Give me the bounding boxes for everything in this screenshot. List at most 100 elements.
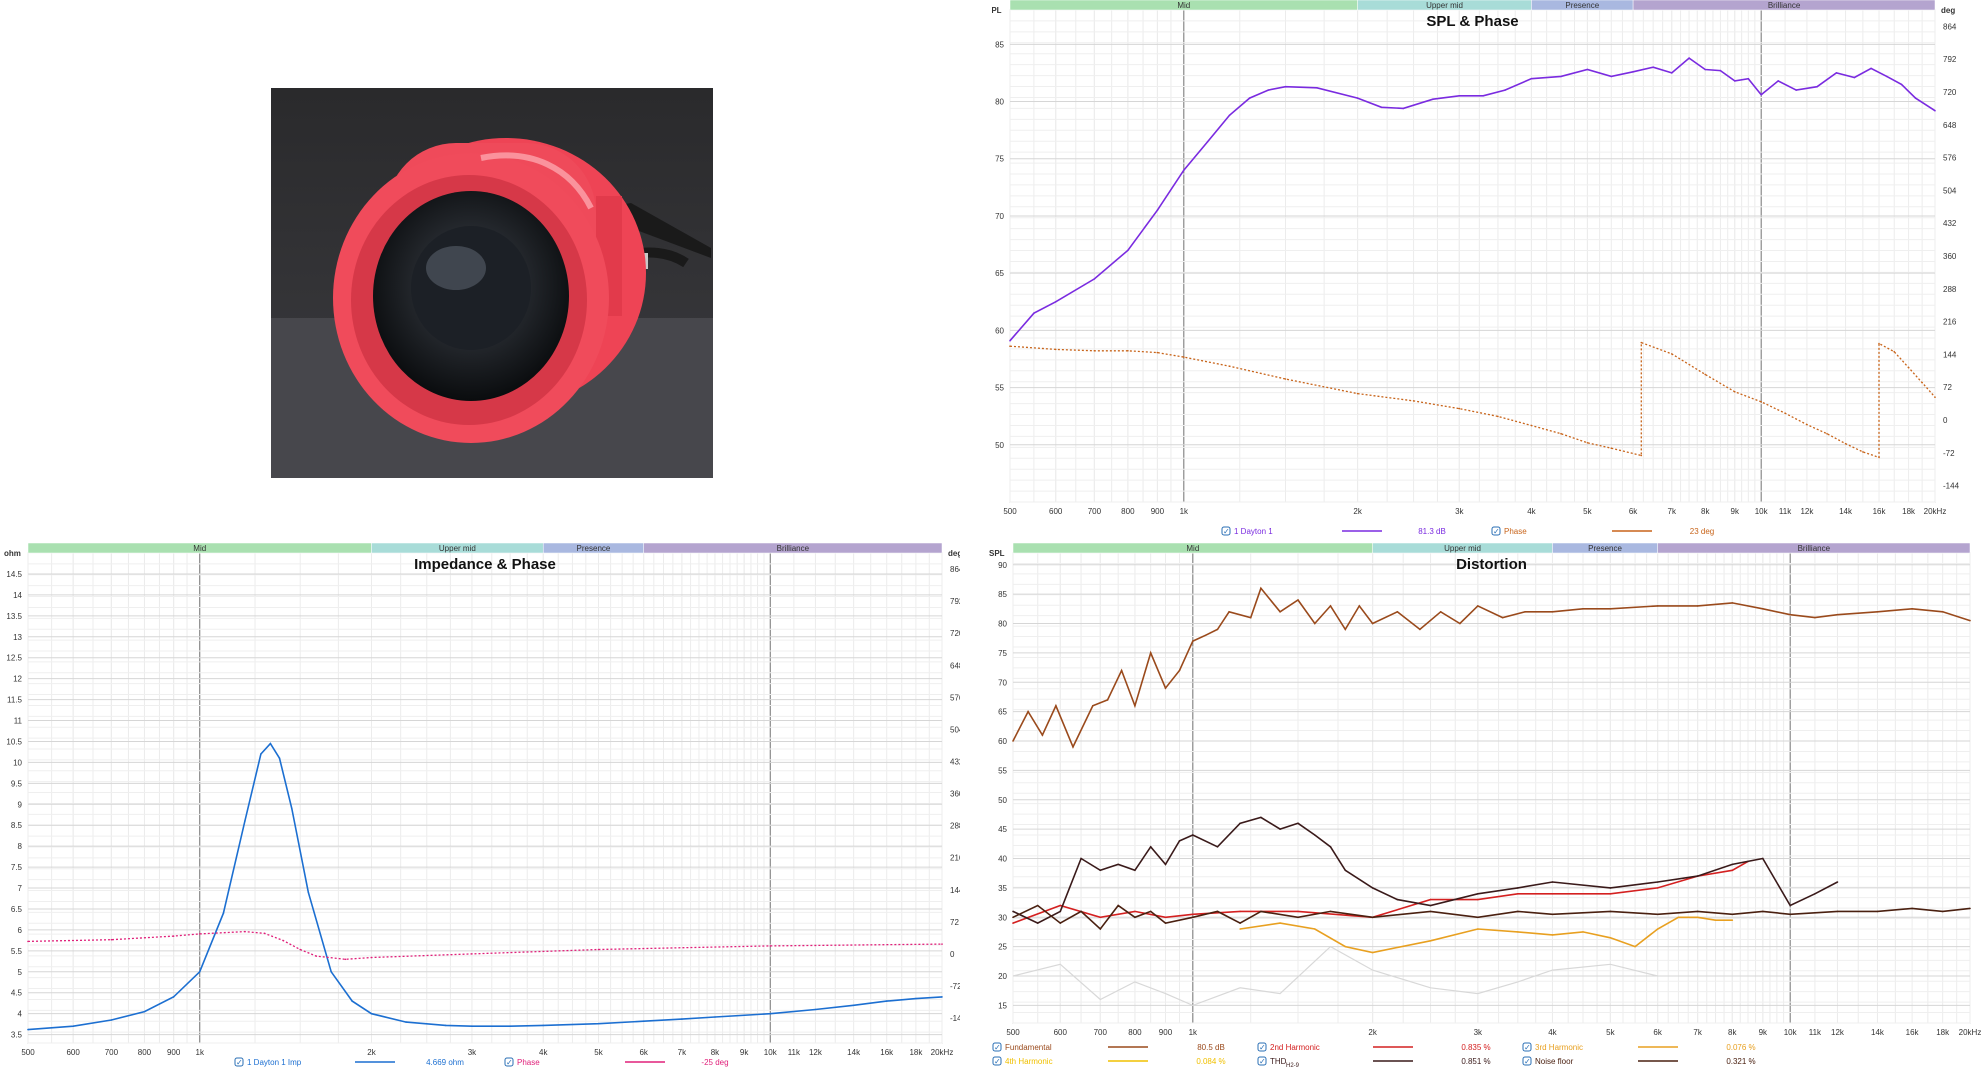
data-point — [1530, 77, 1533, 80]
band-label: Mid — [1177, 1, 1190, 10]
y-tick-label: 70 — [998, 678, 1007, 687]
x-tick-label: 11k — [1809, 1028, 1822, 1037]
legend-label: 2nd Harmonic — [1270, 1043, 1320, 1052]
data-point — [370, 956, 373, 959]
data-point — [1582, 608, 1584, 610]
data-point — [269, 742, 272, 745]
y2-tick-label: 144 — [1943, 350, 1957, 359]
data-point — [1279, 828, 1281, 830]
data-point — [1127, 350, 1129, 352]
data-point — [1183, 356, 1185, 358]
chart-title: Distortion — [1456, 556, 1527, 573]
legend-value: -25 deg — [701, 1058, 728, 1067]
data-point — [1156, 209, 1159, 211]
data-point — [1731, 602, 1734, 604]
y-tick-label: 65 — [995, 269, 1004, 278]
data-point — [597, 948, 600, 951]
data-point — [1216, 846, 1219, 848]
data-point — [885, 1000, 888, 1002]
data-point — [1027, 710, 1029, 713]
data-point — [1329, 910, 1332, 913]
x-tick-label: 4k — [539, 1048, 548, 1057]
data-point — [1677, 916, 1680, 919]
data-point — [1033, 312, 1035, 315]
data-point — [1853, 76, 1856, 79]
data-point — [1432, 98, 1434, 100]
y2-tick-label: 288 — [1943, 285, 1957, 294]
x-tick-label: 10k — [764, 1048, 778, 1057]
x-tick-label: 20kHz — [1959, 1028, 1982, 1037]
y-tick-label: 6 — [18, 926, 23, 935]
x-tick-label: 7k — [678, 1048, 687, 1057]
data-point — [597, 1022, 600, 1025]
data-point — [1900, 83, 1903, 86]
data-point — [1907, 366, 1910, 369]
data-point — [1477, 898, 1479, 901]
legend-label: Phase — [517, 1058, 540, 1067]
y2-tick-label: 216 — [950, 854, 960, 863]
data-point — [1914, 97, 1917, 99]
data-point — [1239, 928, 1241, 930]
x-tick-label: 2k — [1353, 507, 1362, 516]
data-point — [1696, 875, 1699, 877]
y-tick-label: 20 — [998, 972, 1007, 981]
y-tick-label: 12 — [13, 675, 22, 684]
data-point — [1586, 442, 1589, 444]
data-point — [1760, 93, 1762, 96]
data-point — [1164, 863, 1167, 866]
y2-tick-label: 360 — [1943, 252, 1957, 261]
data-point — [1279, 611, 1281, 613]
x-tick-label: 4k — [1548, 1028, 1557, 1037]
legend-value: 80.5 dB — [1197, 1043, 1225, 1052]
data-point — [1477, 928, 1479, 930]
data-point — [1178, 669, 1181, 672]
x-tick-label: 500 — [1003, 507, 1017, 516]
x-tick-label: 7k — [1693, 1028, 1702, 1037]
right-unit-label: deg — [948, 549, 960, 558]
data-point — [1634, 945, 1636, 948]
data-point — [1814, 616, 1816, 619]
data-point — [1696, 605, 1699, 607]
data-point — [1719, 69, 1722, 72]
check-icon: ✓ — [994, 1043, 1001, 1052]
data-point — [769, 945, 772, 947]
band-label: Mid — [1186, 544, 1199, 553]
y-tick-label: 7.5 — [11, 863, 23, 872]
data-point — [282, 939, 284, 942]
y-tick-label: 8 — [18, 842, 23, 851]
x-tick-label: 6k — [639, 1048, 648, 1057]
y-tick-label: 50 — [995, 441, 1004, 450]
y-tick-label: 14.5 — [6, 570, 22, 579]
y2-tick-label: 216 — [1943, 318, 1957, 327]
legend-value: 0.835 % — [1461, 1043, 1490, 1052]
band-label: Presence — [1588, 544, 1622, 553]
x-tick-label: 20kHz — [931, 1048, 954, 1057]
y-tick-label: 5 — [18, 968, 23, 977]
data-point — [1610, 447, 1613, 450]
data-point — [244, 820, 246, 822]
x-tick-label: 16k — [880, 1048, 894, 1057]
y-tick-label: 12.5 — [6, 654, 22, 663]
data-point — [1192, 834, 1194, 836]
data-point — [915, 997, 917, 1000]
y2-tick-label: -144 — [1943, 482, 1960, 491]
data-point — [1134, 869, 1136, 872]
x-tick-label: 11k — [1779, 507, 1792, 516]
data-point — [1524, 611, 1526, 613]
y2-tick-label: 576 — [950, 693, 960, 702]
y2-tick-label: 648 — [1943, 121, 1957, 130]
data-point — [1517, 931, 1519, 933]
x-tick-label: 12k — [1831, 1028, 1845, 1037]
data-point — [307, 891, 310, 893]
data-point — [1688, 57, 1690, 59]
data-point — [1731, 863, 1734, 866]
x-tick-label: 18k — [1936, 1028, 1950, 1037]
x-tick-label: 600 — [66, 1048, 80, 1057]
y2-tick-label: 504 — [1943, 186, 1957, 195]
data-point — [263, 932, 266, 935]
data-point — [1934, 396, 1936, 399]
data-point — [1106, 699, 1109, 701]
data-point — [1080, 910, 1082, 913]
x-tick-label: 16k — [1873, 507, 1887, 516]
data-point — [1149, 910, 1152, 913]
